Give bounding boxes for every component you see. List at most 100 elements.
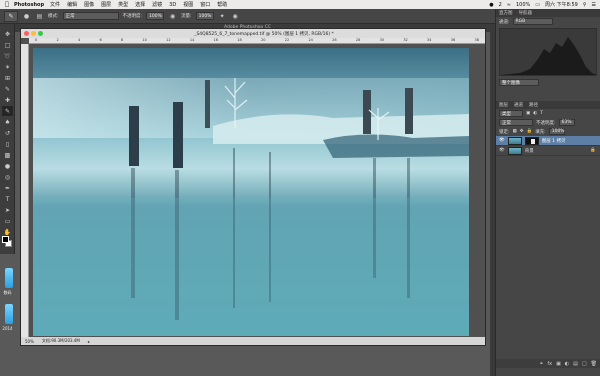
layer-mask-thumbnail[interactable] <box>524 136 539 145</box>
horizontal-ruler[interactable]: 0 2 4 6 8 10 12 14 16 18 20 22 24 26 28 30 32 34 36 38 <box>29 38 485 44</box>
status-area: ● 2 ≈ 100% ▭ 周六 下午8:59 ⚲ ☰ <box>489 1 600 9</box>
search-icon[interactable]: ⚲ <box>583 2 587 8</box>
layer-thumbnail[interactable] <box>507 146 522 155</box>
filter-type-icon[interactable]: T <box>540 111 543 116</box>
visibility-eye-icon[interactable]: 👁 <box>499 148 505 153</box>
layer-filter-select[interactable]: 类型 <box>499 110 523 117</box>
move-tool-icon[interactable]: ✥ <box>2 29 13 39</box>
layer-name[interactable]: 图层 1 拷贝 <box>542 138 566 144</box>
ruler-tick-label: 8 <box>120 38 124 42</box>
layer-style-icon[interactable]: fx <box>547 361 552 367</box>
brush-tool-icon[interactable]: ✎ <box>2 106 13 116</box>
close-icon[interactable] <box>24 31 29 36</box>
layer-thumbnail[interactable] <box>507 136 522 145</box>
desktop-folder-icon[interactable] <box>5 268 13 288</box>
zoom-level[interactable]: 50% <box>25 339 34 344</box>
layer-row[interactable]: 👁 图层 1 拷贝 <box>496 136 600 146</box>
blend-mode-select[interactable]: 正常 <box>499 119 533 126</box>
foreground-color-swatch[interactable] <box>2 236 9 243</box>
dodge-tool-icon[interactable]: ◎ <box>2 172 13 182</box>
app-menu[interactable]: Photoshop <box>14 2 44 8</box>
crop-tool-icon[interactable]: ⊞ <box>2 73 13 83</box>
delete-layer-icon[interactable]: 🗑 <box>591 361 597 367</box>
pressure-size-icon[interactable]: ◉ <box>231 12 240 21</box>
shape-tool-icon[interactable]: ▭ <box>2 216 13 226</box>
blur-tool-icon[interactable]: ● <box>2 161 13 171</box>
mode-select[interactable]: 正常 <box>62 12 119 20</box>
gradient-tool-icon[interactable]: ▩ <box>2 150 13 160</box>
pressure-opacity-icon[interactable]: ◉ <box>168 12 177 21</box>
histogram-tabs: 直方图 导航器 <box>496 9 600 17</box>
menu-filter[interactable]: 滤镜 <box>152 1 162 8</box>
fill-field[interactable]: 100% <box>548 128 565 135</box>
ruler-tick-label: 2 <box>56 38 59 42</box>
visibility-eye-icon[interactable]: 👁 <box>499 138 505 143</box>
doc-size-info[interactable]: 文档:90.3M/203.4M <box>42 338 80 344</box>
new-layer-icon[interactable]: □ <box>582 361 587 367</box>
status-arrow-icon[interactable]: ▸ <box>88 339 90 344</box>
menu-view[interactable]: 视图 <box>183 1 193 8</box>
minimize-icon[interactable] <box>31 31 36 36</box>
type-tool-icon[interactable]: T <box>2 194 13 204</box>
wifi-icon[interactable]: ≈ <box>507 2 511 8</box>
brush-tool-preset-icon[interactable]: ✎ <box>4 10 18 22</box>
layer-opacity-field[interactable]: 63% <box>558 119 575 126</box>
healing-brush-tool-icon[interactable]: ✚ <box>2 95 13 105</box>
menu-file[interactable]: 文件 <box>50 1 60 8</box>
brush-size-icon[interactable]: ● <box>22 12 31 21</box>
adjustment-layer-icon[interactable]: ◐ <box>565 361 569 367</box>
quick-select-tool-icon[interactable]: ✶ <box>2 62 13 72</box>
lock-position-icon[interactable]: ✥ <box>520 129 524 134</box>
clock[interactable]: 周六 下午8:59 <box>545 1 578 8</box>
menu-select[interactable]: 选择 <box>135 1 145 8</box>
tab-navigator[interactable]: 导航器 <box>519 10 533 16</box>
layer-row[interactable]: 👁 背景 🔒 <box>496 146 600 156</box>
link-layers-icon[interactable]: ⚭ <box>539 361 543 367</box>
lock-all-icon[interactable]: 🔒 <box>527 129 533 134</box>
list-icon[interactable]: ☰ <box>592 2 596 8</box>
brush-panel-icon[interactable]: ▤ <box>35 12 44 21</box>
tab-histogram[interactable]: 直方图 <box>499 10 513 16</box>
lasso-tool-icon[interactable]: ➰ <box>2 51 13 61</box>
filter-adjust-icon[interactable]: ◐ <box>533 111 537 116</box>
add-mask-icon[interactable]: ▣ <box>556 361 561 367</box>
tab-layers[interactable]: 图层 <box>499 102 508 108</box>
eyedropper-tool-icon[interactable]: ✎ <box>2 84 13 94</box>
opacity-label: 不透明度: <box>122 14 143 19</box>
layer-name[interactable]: 背景 <box>525 148 534 154</box>
eraser-tool-icon[interactable]: ▯ <box>2 139 13 149</box>
flow-field[interactable]: 100% <box>195 12 214 20</box>
path-select-tool-icon[interactable]: ➤ <box>2 205 13 215</box>
source-select[interactable]: 整个图像 <box>499 79 539 86</box>
new-group-icon[interactable]: ▤ <box>573 361 578 367</box>
menu-help[interactable]: 帮助 <box>217 1 227 8</box>
tab-channels[interactable]: 通道 <box>514 102 523 108</box>
clone-stamp-tool-icon[interactable]: ♠ <box>2 117 13 127</box>
tab-paths[interactable]: 路径 <box>529 102 538 108</box>
ruler-tick-label: 24 <box>308 38 313 42</box>
lock-pixels-icon[interactable]: ▦ <box>513 129 517 134</box>
menu-type[interactable]: 类型 <box>118 1 128 8</box>
filter-pixel-icon[interactable]: ▣ <box>526 111 530 116</box>
opacity-field[interactable]: 100% <box>146 12 165 20</box>
lock-label: 锁定: <box>499 129 510 135</box>
menu-window[interactable]: 窗口 <box>200 1 210 8</box>
document-titlebar[interactable]: _S4Q8525_6_7_tonemapped.tif @ 50% (图层 1 … <box>21 29 485 38</box>
ruler-tick-label: 20 <box>261 38 266 42</box>
notification-icon[interactable]: ● <box>489 2 493 8</box>
pen-tool-icon[interactable]: ✒ <box>2 183 13 193</box>
apple-menu-icon[interactable]:  <box>0 1 14 8</box>
history-brush-tool-icon[interactable]: ↺ <box>2 128 13 138</box>
vertical-ruler[interactable] <box>21 44 29 338</box>
desktop-icon-label: 数码 <box>3 290 12 295</box>
image-canvas[interactable] <box>33 48 469 336</box>
desktop-folder-icon[interactable] <box>5 304 13 324</box>
marquee-tool-icon[interactable]: □ <box>2 40 13 50</box>
battery-icon[interactable]: ▭ <box>535 2 540 8</box>
menu-edit[interactable]: 编辑 <box>67 1 77 8</box>
channel-select[interactable]: RGB <box>512 18 553 25</box>
menu-3d[interactable]: 3D <box>169 2 176 8</box>
menu-layer[interactable]: 图层 <box>101 1 111 8</box>
airbrush-icon[interactable]: ✦ <box>218 12 227 21</box>
menu-image[interactable]: 图像 <box>84 1 94 8</box>
